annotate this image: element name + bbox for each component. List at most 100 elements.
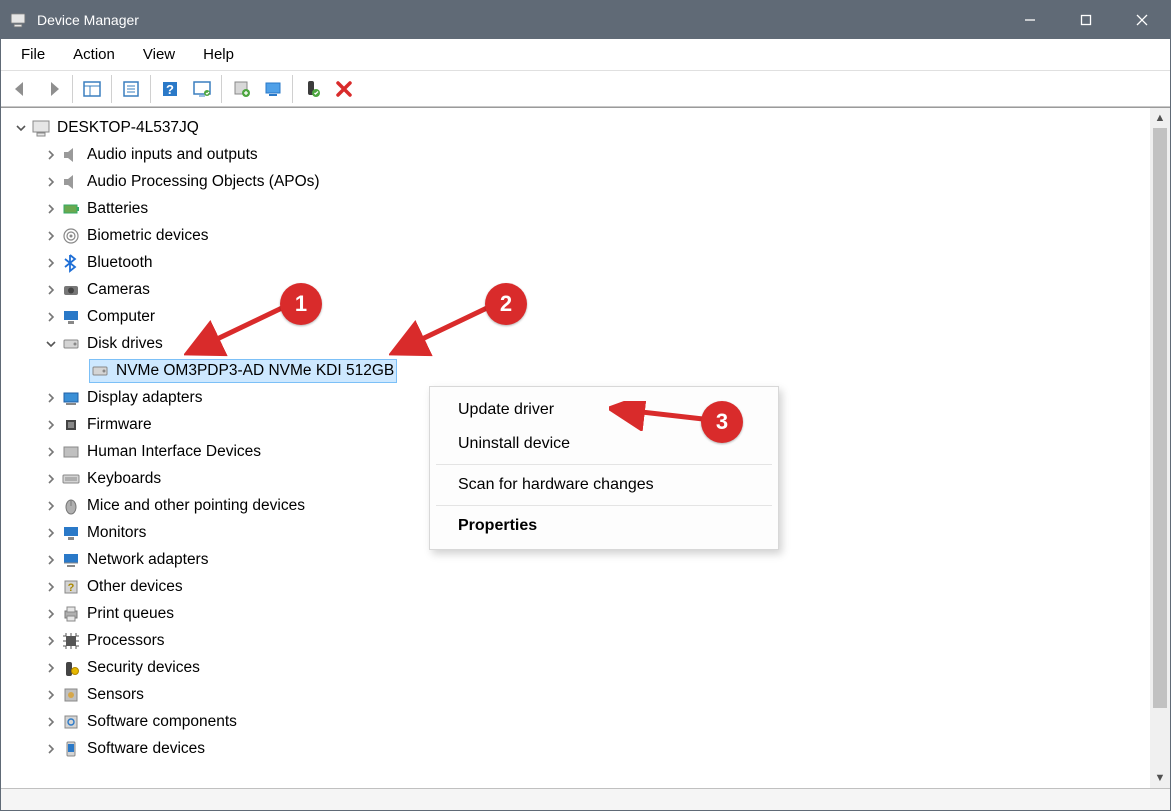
monitor-icon bbox=[61, 523, 81, 543]
chevron-right-icon[interactable] bbox=[43, 633, 59, 649]
menu-help[interactable]: Help bbox=[189, 42, 248, 67]
scroll-up-button[interactable]: ▲ bbox=[1150, 108, 1170, 128]
chevron-right-icon[interactable] bbox=[43, 390, 59, 406]
tree-item-cameras[interactable]: Cameras bbox=[5, 276, 1146, 303]
show-hide-tree-button[interactable] bbox=[76, 74, 108, 104]
properties-button[interactable] bbox=[115, 74, 147, 104]
fingerprint-icon bbox=[61, 226, 81, 246]
menu-file[interactable]: File bbox=[7, 42, 59, 67]
tree-label: Audio inputs and outputs bbox=[87, 146, 258, 164]
chevron-right-icon[interactable] bbox=[43, 444, 59, 460]
chevron-right-icon[interactable] bbox=[43, 525, 59, 541]
sensor-icon bbox=[61, 685, 81, 705]
tree-item-other[interactable]: ? Other devices bbox=[5, 573, 1146, 600]
menubar: File Action View Help bbox=[1, 39, 1170, 71]
unknown-device-icon: ? bbox=[61, 577, 81, 597]
processor-icon bbox=[61, 631, 81, 651]
minimize-button[interactable] bbox=[1002, 1, 1058, 39]
toolbar-separator bbox=[221, 75, 222, 103]
titlebar: Device Manager bbox=[1, 1, 1170, 39]
tree-label: Disk drives bbox=[87, 335, 163, 353]
software-component-icon bbox=[61, 712, 81, 732]
chip-icon bbox=[61, 415, 81, 435]
camera-icon bbox=[61, 280, 81, 300]
ctx-properties[interactable]: Properties bbox=[430, 509, 778, 543]
ctx-scan-hardware[interactable]: Scan for hardware changes bbox=[430, 468, 778, 502]
close-button[interactable] bbox=[1114, 1, 1170, 39]
tree-item-nvme-device[interactable]: NVMe OM3PDP3-AD NVMe KDI 512GB bbox=[5, 357, 1146, 384]
chevron-right-icon[interactable] bbox=[43, 741, 59, 757]
vertical-scrollbar[interactable]: ▲ ▼ bbox=[1150, 108, 1170, 788]
tree-label: Human Interface Devices bbox=[87, 443, 261, 461]
tree-item-network[interactable]: Network adapters bbox=[5, 546, 1146, 573]
uninstall-button[interactable] bbox=[257, 74, 289, 104]
scroll-down-button[interactable]: ▼ bbox=[1150, 768, 1170, 788]
help-button[interactable]: ? bbox=[154, 74, 186, 104]
back-button[interactable] bbox=[5, 74, 37, 104]
enable-device-button[interactable] bbox=[296, 74, 328, 104]
chevron-right-icon[interactable] bbox=[43, 282, 59, 298]
tree-item-batteries[interactable]: Batteries bbox=[5, 195, 1146, 222]
tree-label: Firmware bbox=[87, 416, 152, 434]
chevron-down-icon[interactable] bbox=[43, 336, 59, 352]
chevron-right-icon[interactable] bbox=[43, 606, 59, 622]
network-icon bbox=[61, 550, 81, 570]
tree-item-sensors[interactable]: Sensors bbox=[5, 681, 1146, 708]
app-icon bbox=[9, 11, 27, 29]
printer-icon bbox=[61, 604, 81, 624]
tree-item-software-devices[interactable]: Software devices bbox=[5, 735, 1146, 762]
chevron-down-icon[interactable] bbox=[13, 120, 29, 136]
scan-hardware-button[interactable] bbox=[186, 74, 218, 104]
chevron-right-icon[interactable] bbox=[43, 552, 59, 568]
tree-root[interactable]: DESKTOP-4L537JQ bbox=[5, 114, 1146, 141]
chevron-right-icon[interactable] bbox=[43, 714, 59, 730]
scroll-track[interactable] bbox=[1150, 708, 1170, 768]
tree-label: Keyboards bbox=[87, 470, 161, 488]
chevron-right-icon[interactable] bbox=[43, 255, 59, 271]
tree-item-computer[interactable]: Computer bbox=[5, 303, 1146, 330]
chevron-right-icon[interactable] bbox=[43, 309, 59, 325]
chevron-right-icon[interactable] bbox=[43, 660, 59, 676]
chevron-right-icon[interactable] bbox=[43, 147, 59, 163]
scroll-thumb[interactable] bbox=[1153, 128, 1167, 708]
monitor-icon bbox=[61, 307, 81, 327]
forward-button[interactable] bbox=[37, 74, 69, 104]
menu-view[interactable]: View bbox=[129, 42, 189, 67]
tree-label: NVMe OM3PDP3-AD NVMe KDI 512GB bbox=[116, 362, 394, 380]
disable-device-button[interactable] bbox=[328, 74, 360, 104]
menu-action[interactable]: Action bbox=[59, 42, 129, 67]
software-device-icon bbox=[61, 739, 81, 759]
tree-item-security[interactable]: Security devices bbox=[5, 654, 1146, 681]
speaker-icon bbox=[61, 145, 81, 165]
window-title: Device Manager bbox=[37, 12, 1002, 28]
chevron-right-icon[interactable] bbox=[43, 471, 59, 487]
chevron-right-icon[interactable] bbox=[43, 498, 59, 514]
tree-root-label: DESKTOP-4L537JQ bbox=[57, 119, 199, 137]
security-icon bbox=[61, 658, 81, 678]
tree-label: Bluetooth bbox=[87, 254, 153, 272]
display-adapter-icon bbox=[61, 388, 81, 408]
chevron-right-icon[interactable] bbox=[43, 579, 59, 595]
chevron-right-icon[interactable] bbox=[43, 417, 59, 433]
chevron-right-icon[interactable] bbox=[43, 687, 59, 703]
tree-item-print-queues[interactable]: Print queues bbox=[5, 600, 1146, 627]
tree-label: Biometric devices bbox=[87, 227, 208, 245]
tree-item-biometric[interactable]: Biometric devices bbox=[5, 222, 1146, 249]
tree-item-software-components[interactable]: Software components bbox=[5, 708, 1146, 735]
maximize-button[interactable] bbox=[1058, 1, 1114, 39]
hid-icon bbox=[61, 442, 81, 462]
tree-item-audio-io[interactable]: Audio inputs and outputs bbox=[5, 141, 1146, 168]
tree-item-processors[interactable]: Processors bbox=[5, 627, 1146, 654]
tree-item-bluetooth[interactable]: Bluetooth bbox=[5, 249, 1146, 276]
tree-label: Software components bbox=[87, 713, 237, 731]
tree-item-audio-apos[interactable]: Audio Processing Objects (APOs) bbox=[5, 168, 1146, 195]
chevron-right-icon[interactable] bbox=[43, 228, 59, 244]
chevron-right-icon[interactable] bbox=[43, 201, 59, 217]
chevron-right-icon[interactable] bbox=[43, 174, 59, 190]
tree-label: Display adapters bbox=[87, 389, 202, 407]
tree-label: Mice and other pointing devices bbox=[87, 497, 305, 515]
tree-item-disk-drives[interactable]: Disk drives bbox=[5, 330, 1146, 357]
tree-label: Computer bbox=[87, 308, 155, 326]
toolbar-separator bbox=[72, 75, 73, 103]
update-driver-button[interactable] bbox=[225, 74, 257, 104]
